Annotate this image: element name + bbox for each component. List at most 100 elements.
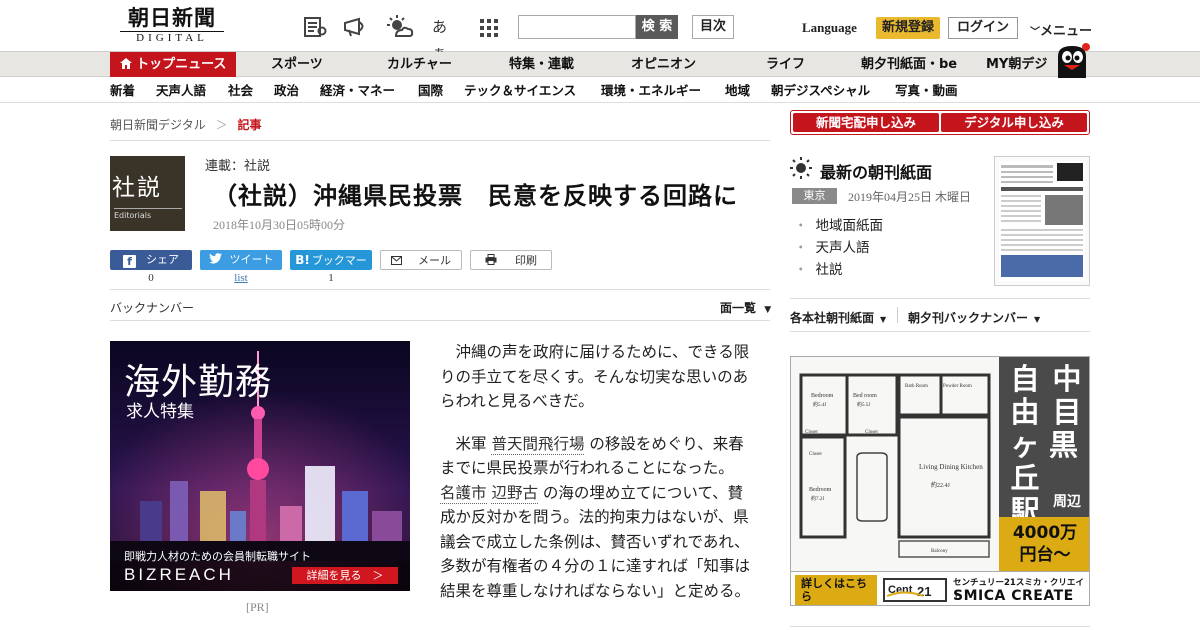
facebook-share-button[interactable]: f シェア (110, 250, 192, 270)
ad-details-button[interactable]: 詳しくはこちら (795, 575, 877, 605)
menu-button[interactable]: ﹀メニュー (1030, 20, 1092, 39)
hatena-bookmark-button[interactable]: B! ブックマーク (290, 250, 372, 287)
room-label: Balcony (931, 549, 948, 554)
breadcrumb: 朝日新聞デジタル ＞ 記事 (110, 116, 261, 133)
chevron-down-icon: ﹀ (1030, 27, 1040, 38)
newspaper-front-page-thumbnail[interactable] (994, 156, 1090, 286)
ad-area-panel: 中目黒・ 自由ヶ丘駅 周辺 (999, 357, 1089, 528)
nav-sports[interactable]: スポーツ (271, 52, 323, 77)
paper-link-editorial[interactable]: ・社説 (794, 258, 843, 278)
logo-en: DIGITAL (120, 31, 224, 45)
evening-backnumber-label: 朝夕刊バックナンバー (908, 311, 1029, 325)
tweet-list-link[interactable]: list (200, 272, 282, 284)
article-title: （社説）沖縄県民投票 民意を反映する回路に (213, 182, 738, 210)
mail-icon (391, 254, 418, 267)
bizreach-ad[interactable]: 海外勤務 求人特集 即戦力人材のための会員制転職サイト BIZREACH 詳細を… (110, 341, 410, 591)
nav2-new[interactable]: 新着 (110, 78, 135, 103)
room-size: 約5.4J (813, 401, 826, 408)
subscribe-digital-button[interactable]: デジタル申し込み (941, 113, 1087, 132)
nav-paper[interactable]: 朝夕刊紙面・be (861, 52, 957, 77)
sun-icon (790, 157, 812, 179)
ad-tagline: 即戦力人材のための会員制転職サイト (124, 550, 311, 563)
print-button[interactable]: 印刷 (470, 250, 552, 270)
divider (790, 626, 1090, 627)
nav2-economy[interactable]: 経済・マネー (320, 78, 395, 103)
search-button[interactable]: 検 索 (636, 15, 678, 39)
room-label: Bedroom (811, 393, 834, 399)
tweet-button[interactable]: ツイート (200, 250, 282, 270)
login-button[interactable]: ログイン (948, 17, 1018, 39)
regional-editions-dropdown[interactable]: 各本社朝刊紙面 ▼ (790, 309, 886, 326)
nav2-politics[interactable]: 政治 (274, 78, 299, 103)
hatena-icon: B! (295, 253, 310, 267)
secondary-nav: 新着 天声人語 社会 政治 経済・マネー 国際 テック＆サイエンス 環境・エネル… (0, 78, 1200, 103)
evening-backnumber-dropdown[interactable]: 朝夕刊バックナンバー ▼ (908, 309, 1040, 326)
apps-grid-icon[interactable] (478, 14, 504, 40)
nav2-tech[interactable]: テック＆サイエンス (464, 78, 576, 103)
search-input[interactable] (518, 15, 636, 39)
nav-opinion[interactable]: オピニオン (631, 52, 696, 77)
megaphone-icon[interactable] (342, 14, 368, 40)
newspaper-icon[interactable] (302, 14, 328, 40)
nav2-society[interactable]: 社会 (228, 78, 253, 103)
divider (110, 140, 770, 141)
nav2-environment[interactable]: 環境・エネルギー (601, 78, 701, 103)
bullet: ・ (794, 218, 808, 234)
logo-jp: 朝日新聞 (128, 5, 216, 30)
backnumber-label[interactable]: バックナンバー (110, 299, 194, 316)
language-link[interactable]: Language (802, 20, 857, 36)
email-share-button[interactable]: メール (380, 250, 462, 270)
thumb-en: Editorials (114, 208, 182, 220)
nav2-international[interactable]: 国際 (418, 78, 443, 103)
text-size-icon[interactable]: あぁ (432, 14, 458, 62)
print-label: 印刷 (515, 254, 537, 267)
subscribe-paper-button[interactable]: 新聞宅配申し込み (793, 113, 939, 132)
caret-down-icon: ▼ (1034, 315, 1041, 324)
paragraph-2: 米軍 普天間飛行場 の移設をめぐり、来春までに県民投票が行われることになった。 … (440, 432, 750, 604)
paper-link-tenseijingo[interactable]: ・天声人語 (794, 236, 870, 256)
paper-city-badge: 東京 (792, 188, 837, 204)
caret-down-icon: ▼ (764, 305, 772, 315)
nav2-tenseijingo[interactable]: 天声人語 (156, 78, 206, 103)
ad-cta-button[interactable]: 詳細を見る ＞ (292, 567, 398, 584)
paragraph-2-text: 米軍 (455, 434, 487, 453)
regional-editions-label: 各本社朝刊紙面 (790, 311, 875, 325)
breadcrumb-home[interactable]: 朝日新聞デジタル (110, 118, 206, 132)
page-list-dropdown[interactable]: 面一覧 ▼ (720, 299, 771, 316)
register-button[interactable]: 新規登録 (876, 17, 940, 39)
real-estate-ad[interactable]: Bedroom 約5.4J Bed room 約5.5J Bath Room P… (790, 356, 1090, 606)
keyword-link-henoko[interactable]: 辺野古 (491, 483, 538, 504)
room-size: 約7.2J (811, 495, 824, 502)
nav-my-asahi[interactable]: MY朝デジ (986, 52, 1047, 77)
latest-paper-title[interactable]: 最新の朝刊紙面 (820, 159, 932, 183)
keyword-link-nago[interactable]: 名護市 (440, 483, 487, 504)
mascot-icon[interactable] (1052, 42, 1092, 78)
keyword-link-futenma[interactable]: 普天間飛行場 (491, 434, 585, 455)
editorial-thumbnail[interactable]: 社説 Editorials (110, 156, 185, 231)
subscription-bar: 新聞宅配申し込み デジタル申し込み (790, 110, 1090, 135)
ad-area-1: 中目黒・ (1049, 362, 1089, 462)
room-label: Closet (805, 430, 818, 435)
nav-life[interactable]: ライフ (766, 52, 805, 77)
weather-icon[interactable] (386, 14, 414, 40)
ad-price: 4000万円台～ (999, 517, 1089, 571)
nav2-photo-video[interactable]: 写真・動画 (895, 78, 958, 103)
print-icon (485, 254, 515, 267)
paper-link-regional[interactable]: ・地域面紙面 (794, 214, 883, 234)
paper-link-label: 社説 (815, 262, 843, 278)
index-button[interactable]: 目次 (692, 15, 734, 39)
site-logo[interactable]: 朝日新聞 DIGITAL (112, 6, 232, 46)
nav-features[interactable]: 特集・連載 (509, 52, 574, 77)
room-label: Bedroom (809, 487, 832, 493)
room-size: 約22.4J (931, 481, 951, 489)
paragraph-2-text: の海の埋め立てについて、賛成か反対かを問う。法的拘束力はないが、県議会で成立した… (440, 483, 751, 600)
nav-top-news[interactable]: トップニュース (110, 52, 236, 77)
facebook-share-label: シェア (146, 253, 179, 266)
nav2-special[interactable]: 朝デジスペシャル (771, 78, 870, 103)
page-list-label: 面一覧 (720, 301, 757, 315)
bullet: ・ (794, 240, 808, 256)
nav-culture[interactable]: カルチャー (387, 52, 452, 77)
paragraph-1: 沖縄の声を政府に届けるために、できる限りの手立てを尽くす。そんな切実な思いのあら… (440, 343, 750, 410)
nav2-region[interactable]: 地域 (725, 78, 750, 103)
series-label[interactable]: 連載：社説 (205, 155, 270, 174)
